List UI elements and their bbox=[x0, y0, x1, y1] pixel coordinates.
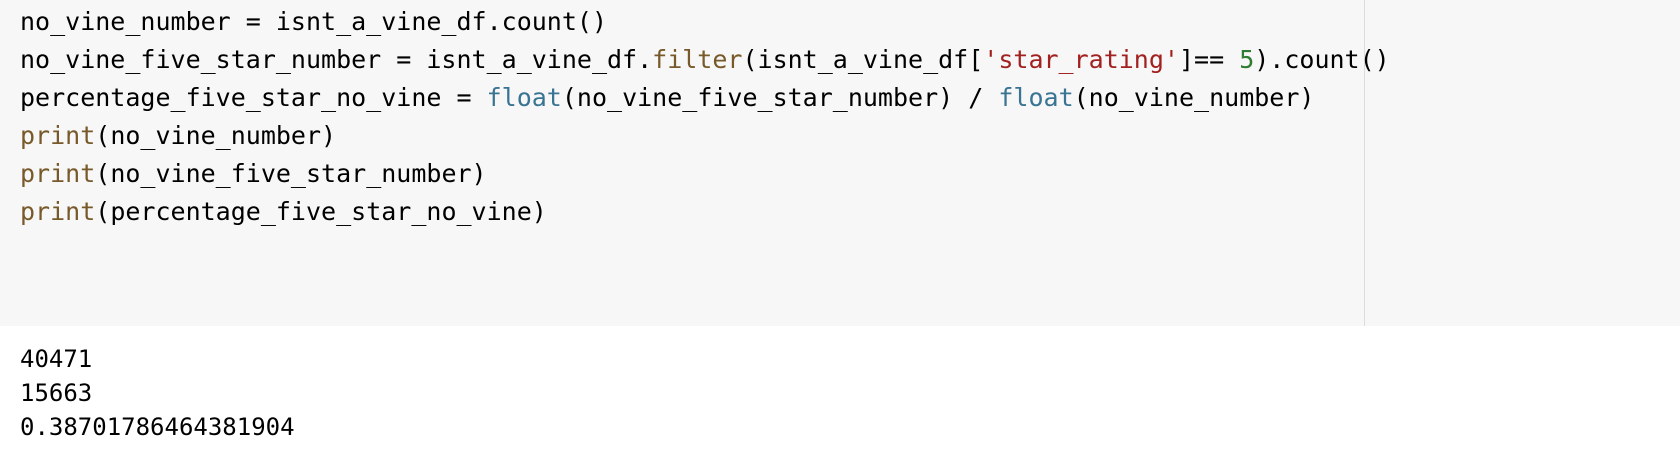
code-text: ).count() bbox=[1254, 45, 1390, 74]
code-line-1: no_vine_number = isnt_a_vine_df.count() bbox=[20, 3, 1390, 41]
code-line-2: no_vine_five_star_number = isnt_a_vine_d… bbox=[20, 41, 1390, 79]
output-line: 40471 bbox=[20, 345, 93, 373]
output-line: 15663 bbox=[20, 379, 93, 407]
code-line-5: print(no_vine_five_star_number) bbox=[20, 155, 1390, 193]
code-text: (isnt_a_vine_df[ bbox=[742, 45, 984, 74]
code-text: ]== bbox=[1178, 45, 1240, 74]
number-token: 5 bbox=[1239, 45, 1255, 74]
output-line: 0.38701786464381904 bbox=[20, 413, 295, 441]
code-text: (no_vine_number) bbox=[1073, 83, 1315, 112]
code-text: no_vine_five_star_number = isnt_a_vine_d… bbox=[20, 45, 653, 74]
code-cell[interactable]: no_vine_number = isnt_a_vine_df.count() … bbox=[0, 0, 1680, 326]
notebook: no_vine_number = isnt_a_vine_df.count() … bbox=[0, 0, 1680, 452]
builtin-type-token: float bbox=[998, 83, 1074, 112]
builtin-function-token: print bbox=[20, 197, 96, 226]
builtin-function-token: print bbox=[20, 121, 96, 150]
code-line-6: print(percentage_five_star_no_vine) bbox=[20, 193, 1390, 231]
code-text: (no_vine_number) bbox=[95, 121, 337, 150]
method-token: filter bbox=[652, 45, 743, 74]
code-editor[interactable]: no_vine_number = isnt_a_vine_df.count() … bbox=[20, 3, 1390, 231]
code-text: (percentage_five_star_no_vine) bbox=[95, 197, 547, 226]
string-token: 'star_rating' bbox=[983, 45, 1179, 74]
code-line-4: print(no_vine_number) bbox=[20, 117, 1390, 155]
code-text: (no_vine_five_star_number) bbox=[95, 159, 487, 188]
output-lines: 40471 15663 0.38701786464381904 bbox=[20, 342, 295, 444]
code-text: no_vine_number = isnt_a_vine_df.count() bbox=[20, 7, 607, 36]
builtin-function-token: print bbox=[20, 159, 96, 188]
code-text: (no_vine_five_star_number) / bbox=[561, 83, 999, 112]
builtin-type-token: float bbox=[486, 83, 562, 112]
cell-output: 40471 15663 0.38701786464381904 bbox=[0, 326, 1680, 452]
code-text: percentage_five_star_no_vine = bbox=[20, 83, 487, 112]
code-line-3: percentage_five_star_no_vine = float(no_… bbox=[20, 79, 1390, 117]
